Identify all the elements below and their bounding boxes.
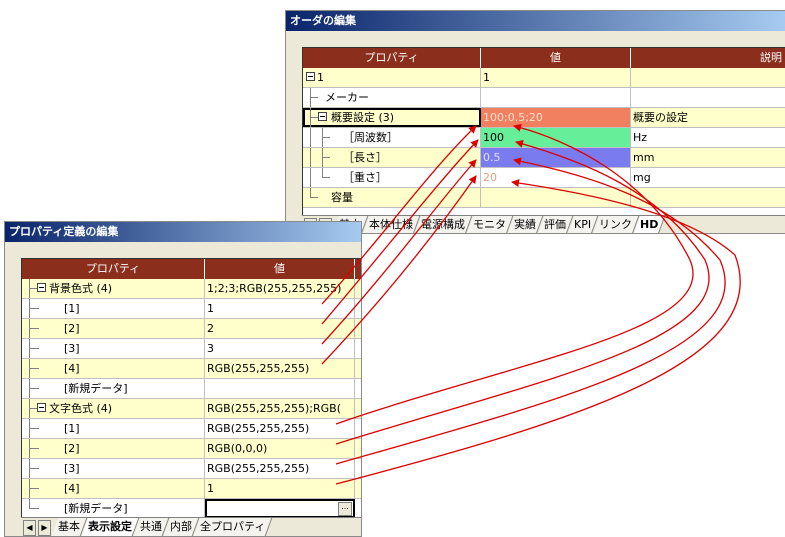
arrow-bg-3 [321, 159, 477, 345]
arrow-fg-2 [335, 140, 710, 445]
arrow-fg-3 [335, 157, 726, 465]
arrow-fg-1 [335, 123, 694, 425]
arrow-bg-2 [321, 139, 479, 325]
arrow-bg-4 [321, 175, 477, 365]
mapping-arrows [321, 123, 741, 485]
